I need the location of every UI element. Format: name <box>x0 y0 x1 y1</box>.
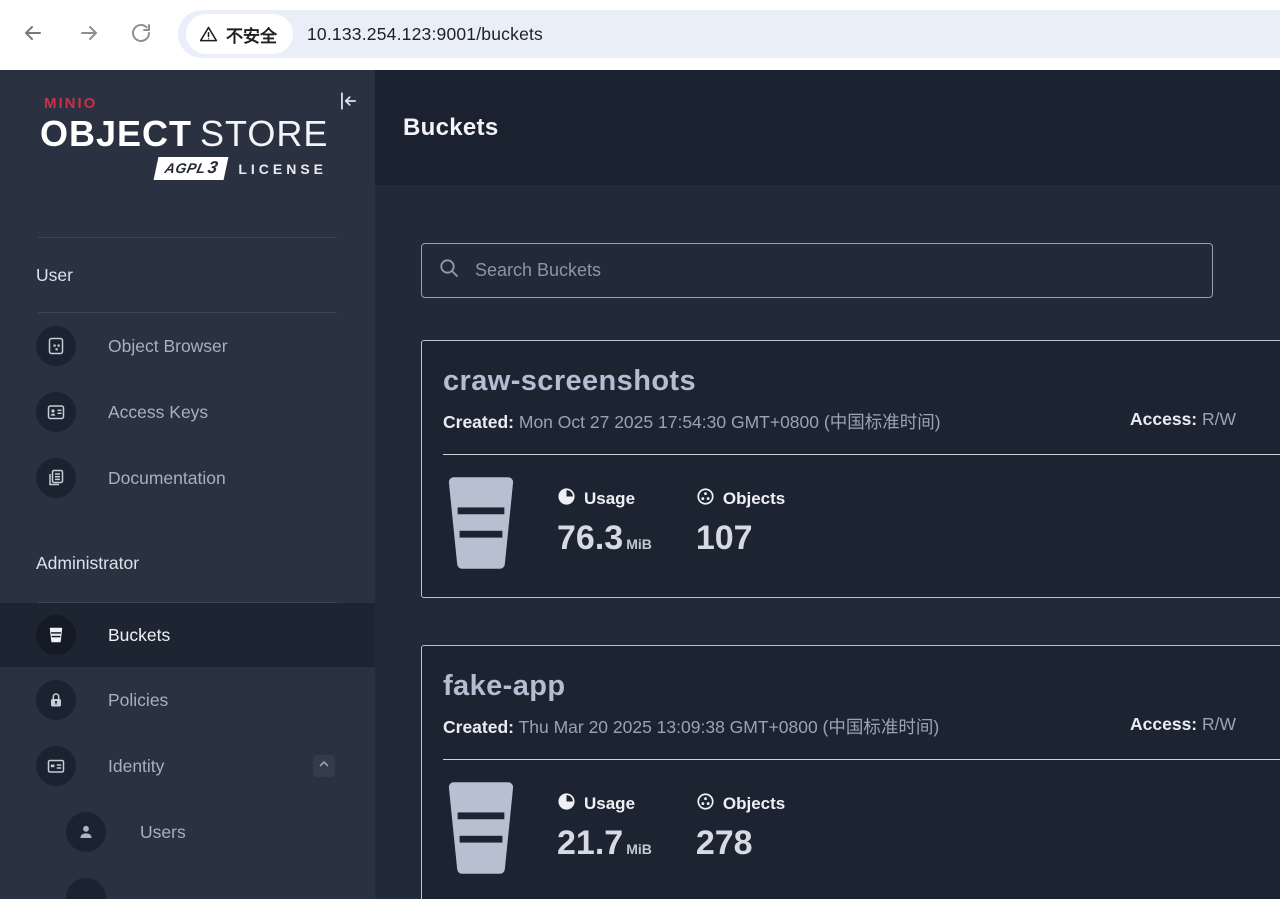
url-text: 10.133.254.123:9001/buckets <box>307 24 543 45</box>
bucket-card-head: craw-screenshots Created: Mon Oct 27 202… <box>422 341 1280 433</box>
usage-value: 21.7 MiB <box>557 824 652 863</box>
main-area: Buckets craw-screenshots Created: Mon Oc… <box>375 70 1280 899</box>
reload-icon <box>129 21 153 50</box>
usage-value: 76.3 MiB <box>557 519 652 558</box>
sidebar-item-access-keys[interactable]: Access Keys <box>0 379 375 445</box>
page-title: Buckets <box>403 114 498 142</box>
policies-lock-icon <box>36 680 76 720</box>
browser-forward-button[interactable] <box>76 22 102 48</box>
bucket-name: fake-app <box>443 670 1280 703</box>
minio-logo: MINIO OBJECTSTORE AGPL 3 LICENSE <box>0 70 375 180</box>
bucket-name: craw-screenshots <box>443 365 1280 398</box>
access-field: Access: R/W <box>1130 714 1236 735</box>
forward-arrow-icon <box>77 21 101 50</box>
bucket-card-fake-app[interactable]: fake-app Created: Thu Mar 20 2025 13:09:… <box>421 645 1280 899</box>
objects-stat: Objects 107 <box>696 475 785 571</box>
access-value: R/W <box>1202 409 1236 429</box>
minio-brand-text: MINIO <box>44 95 375 112</box>
created-label: Created: <box>443 412 514 432</box>
bucket-card-head: fake-app Created: Thu Mar 20 2025 13:09:… <box>422 646 1280 738</box>
sidebar-item-identity[interactable]: Identity <box>0 733 375 799</box>
sidebar-item-partial[interactable] <box>0 865 375 899</box>
browser-back-button[interactable] <box>20 22 46 48</box>
bucket-large-icon <box>445 475 517 571</box>
browser-chrome: 不安全 10.133.254.123:9001/buckets <box>0 0 1280 70</box>
identity-collapse-toggle[interactable] <box>313 755 335 777</box>
objects-value: 107 <box>696 519 785 558</box>
sidebar-item-users[interactable]: Users <box>0 799 375 865</box>
sidebar-item-buckets[interactable]: Buckets <box>0 603 375 667</box>
content-area: craw-screenshots Created: Mon Oct 27 202… <box>375 185 1280 899</box>
bucket-large-icon <box>445 780 517 876</box>
chevron-up-icon <box>317 757 331 776</box>
access-keys-icon <box>36 392 76 432</box>
sidebar-divider <box>38 237 337 238</box>
created-value: Thu Mar 20 2025 13:09:38 GMT+0800 (中国标准时… <box>519 717 940 737</box>
objects-stat: Objects 278 <box>696 780 785 876</box>
bucket-stats-row: Usage 76.3 MiB Objects <box>422 455 1280 597</box>
created-value: Mon Oct 27 2025 17:54:30 GMT+0800 (中国标准时… <box>519 412 941 432</box>
browser-reload-button[interactable] <box>128 22 154 48</box>
sidebar-item-label: Identity <box>108 756 164 777</box>
sidebar: MINIO OBJECTSTORE AGPL 3 LICENSE User Ob… <box>0 70 375 899</box>
sidebar-item-label: Access Keys <box>108 402 208 423</box>
back-arrow-icon <box>21 21 45 50</box>
bucket-meta-row: Created: Mon Oct 27 2025 17:54:30 GMT+08… <box>443 409 1280 433</box>
license-row: AGPL 3 LICENSE <box>40 157 375 180</box>
search-input[interactable] <box>475 260 1196 281</box>
objects-value: 278 <box>696 824 785 863</box>
sidebar-item-label: Policies <box>108 690 168 711</box>
address-bar[interactable]: 不安全 10.133.254.123:9001/buckets <box>178 10 1280 58</box>
sidebar-collapse-button[interactable] <box>337 90 359 112</box>
objects-label-row: Objects <box>696 487 785 511</box>
security-chip[interactable]: 不安全 <box>186 14 293 54</box>
sidebar-item-object-browser[interactable]: Object Browser <box>0 313 375 379</box>
access-label: Access: <box>1130 714 1197 734</box>
section-label-user: User <box>36 265 375 286</box>
objects-label-row: Objects <box>696 792 785 816</box>
warning-triangle-icon <box>198 24 219 45</box>
documentation-icon <box>36 458 76 498</box>
identity-icon <box>36 746 76 786</box>
agpl-badge: AGPL 3 <box>154 157 229 180</box>
object-store-wordmark: OBJECTSTORE <box>40 114 375 154</box>
bucket-stats-row: Usage 21.7 MiB Objects <box>422 760 1280 899</box>
usage-pie-icon <box>557 487 576 511</box>
users-icon <box>66 812 106 852</box>
access-field: Access: R/W <box>1130 409 1236 430</box>
objects-icon <box>696 792 715 816</box>
search-buckets-field[interactable] <box>421 243 1213 298</box>
sidebar-item-documentation[interactable]: Documentation <box>0 445 375 511</box>
bucket-meta-row: Created: Thu Mar 20 2025 13:09:38 GMT+08… <box>443 714 1280 738</box>
sidebar-item-label: Buckets <box>108 625 170 646</box>
objects-icon <box>696 487 715 511</box>
security-chip-label: 不安全 <box>226 22 277 47</box>
sidebar-item-policies[interactable]: Policies <box>0 667 375 733</box>
sidebar-item-label: Users <box>140 822 186 843</box>
access-label: Access: <box>1130 409 1197 429</box>
page-header: Buckets <box>375 70 1280 185</box>
bucket-card-craw-screenshots[interactable]: craw-screenshots Created: Mon Oct 27 202… <box>421 340 1280 598</box>
created-label: Created: <box>443 717 514 737</box>
partial-item-icon <box>66 878 106 899</box>
access-value: R/W <box>1202 714 1236 734</box>
collapse-sidebar-icon <box>337 99 359 116</box>
search-icon <box>438 257 460 284</box>
usage-label-row: Usage <box>557 487 652 511</box>
usage-stat: Usage 21.7 MiB <box>557 780 652 876</box>
buckets-icon <box>36 615 76 655</box>
object-browser-icon <box>36 326 76 366</box>
section-label-administrator: Administrator <box>36 553 375 574</box>
usage-stat: Usage 76.3 MiB <box>557 475 652 571</box>
usage-pie-icon <box>557 792 576 816</box>
license-label: LICENSE <box>238 161 327 177</box>
sidebar-item-label: Documentation <box>108 468 226 489</box>
sidebar-item-label: Object Browser <box>108 336 228 357</box>
usage-label-row: Usage <box>557 792 652 816</box>
